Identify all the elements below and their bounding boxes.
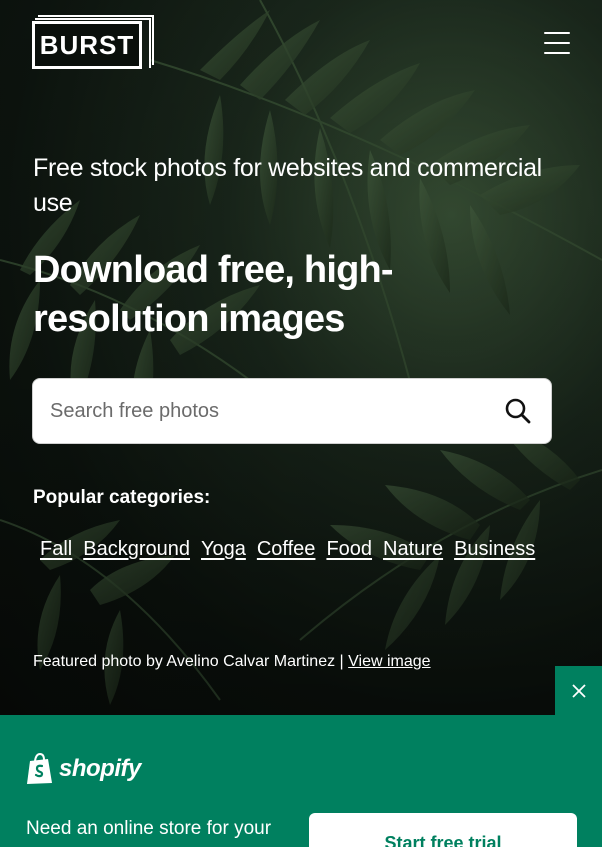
- category-link-food[interactable]: Food: [326, 538, 372, 561]
- photo-credit: Featured photo by Avelino Calvar Martine…: [33, 653, 431, 671]
- category-link-business[interactable]: Business: [454, 538, 535, 561]
- view-image-link[interactable]: View image: [348, 653, 430, 670]
- search-icon[interactable]: [485, 378, 551, 444]
- category-links: Fall Background Yoga Coffee Food Nature …: [40, 538, 535, 561]
- category-link-background[interactable]: Background: [83, 538, 190, 561]
- category-link-fall[interactable]: Fall: [40, 538, 72, 561]
- close-icon[interactable]: [555, 666, 602, 716]
- banner-text: Need an online store for your: [26, 818, 272, 839]
- hero-headline: Download free, high-resolution images: [33, 249, 394, 340]
- hero-overlay: [0, 0, 602, 715]
- search-bar: [32, 378, 552, 444]
- start-free-trial-button[interactable]: Start free trial: [309, 813, 577, 847]
- search-input[interactable]: [33, 379, 485, 443]
- category-link-yoga[interactable]: Yoga: [201, 538, 246, 561]
- shopify-promo-banner: shopify Need an online store for your St…: [0, 715, 602, 847]
- photo-credit-text: Featured photo by Avelino Calvar Martine…: [33, 653, 349, 670]
- burst-logo[interactable]: BURST: [32, 15, 154, 71]
- category-link-coffee[interactable]: Coffee: [257, 538, 316, 561]
- category-link-nature[interactable]: Nature: [383, 538, 443, 561]
- shopify-logo[interactable]: shopify: [26, 753, 141, 785]
- popular-categories-title: Popular categories:: [33, 487, 211, 508]
- logo-text: BURST: [39, 29, 135, 60]
- hero-section: [0, 0, 602, 715]
- shopify-bag-icon: [27, 753, 52, 784]
- hero-tagline: Free stock photos for websites and comme…: [33, 154, 542, 217]
- shopify-brand-text: shopify: [59, 755, 141, 782]
- hamburger-menu-icon[interactable]: [544, 32, 570, 54]
